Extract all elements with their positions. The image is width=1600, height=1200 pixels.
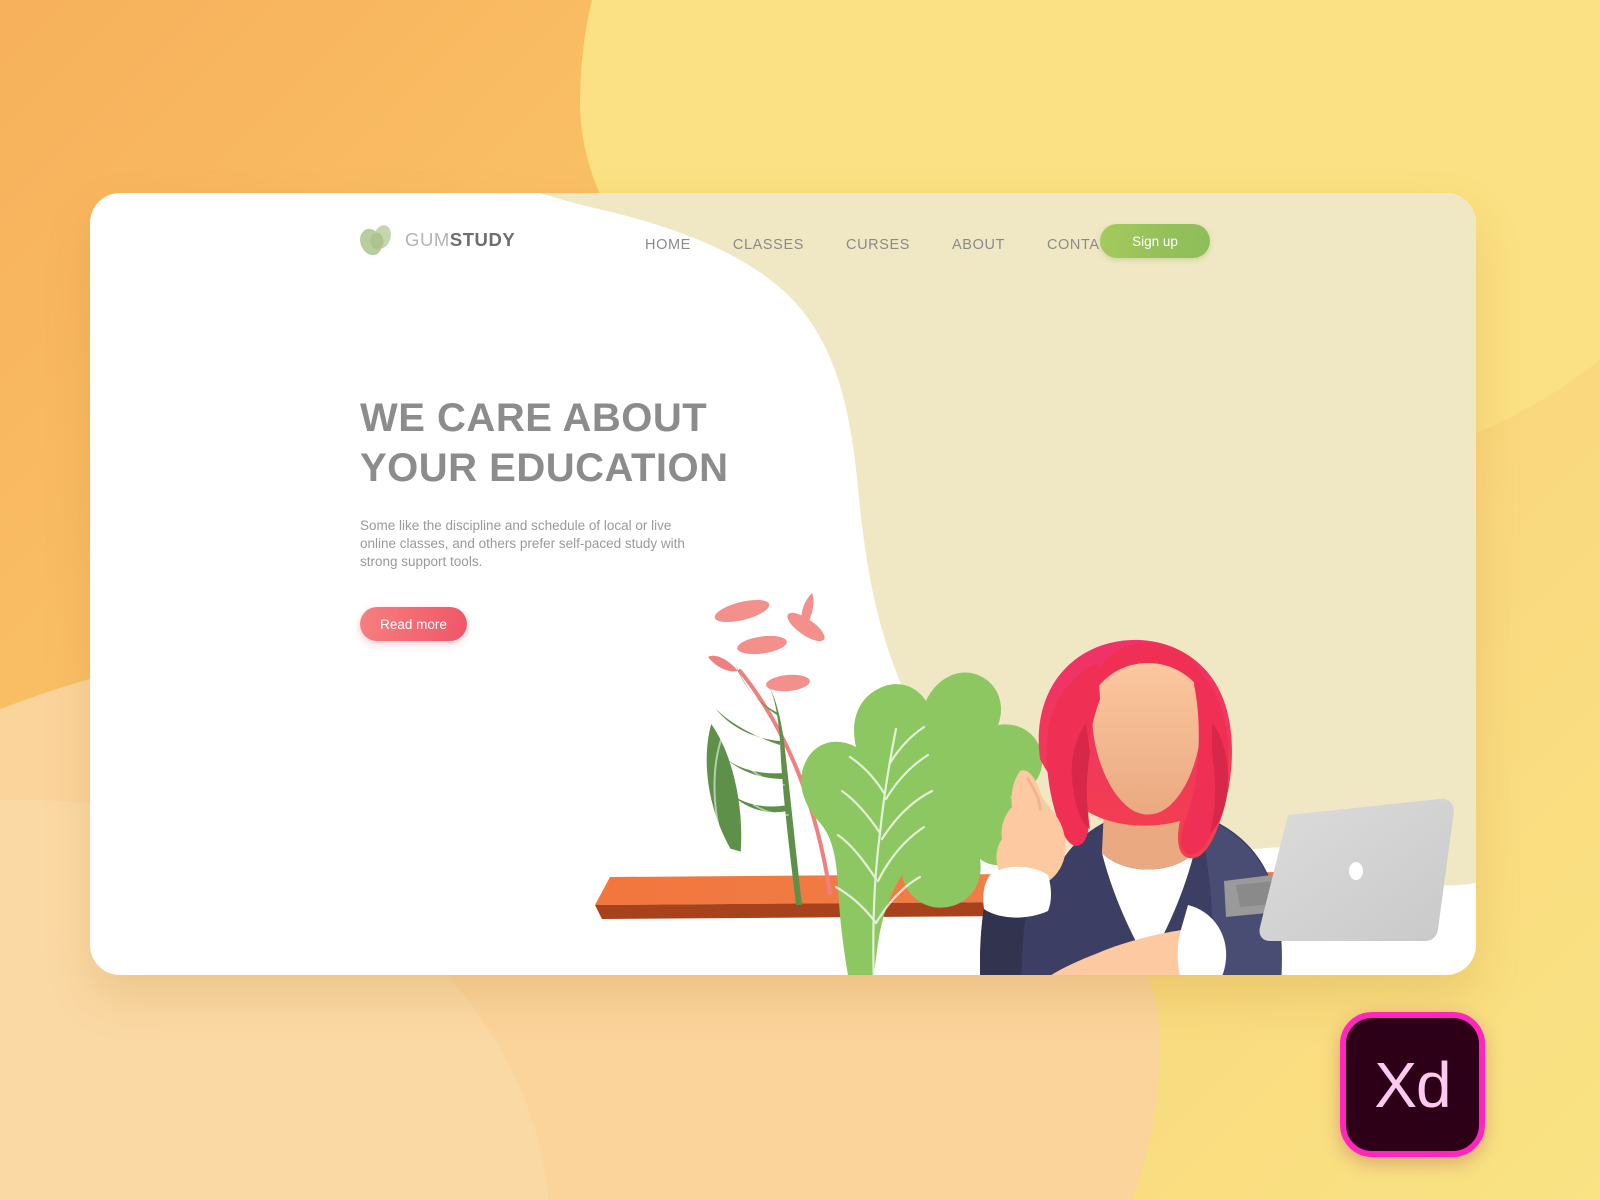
hero-title-line-1: WE CARE ABOUT xyxy=(360,396,708,440)
adobe-xd-badge: Xd xyxy=(1340,1012,1485,1157)
sign-up-button[interactable]: Sign up xyxy=(1100,224,1210,258)
read-more-button[interactable]: Read more xyxy=(360,607,467,642)
page-canvas: GUMSTUDY HOME CLASSES CURSES ABOUT CONTA… xyxy=(0,0,1600,1200)
hero-title-line-2: YOUR EDUCATION xyxy=(360,446,729,491)
leaf-petals-icon xyxy=(360,225,391,256)
main-navigation: HOME CLASSES CURSES ABOUT CONTACT xyxy=(645,231,1120,259)
brand-name: GUMSTUDY xyxy=(405,229,515,251)
hero-description: Some like the discipline and schedule of… xyxy=(360,517,685,570)
adobe-xd-label: Xd xyxy=(1374,1048,1451,1121)
site-header: GUMSTUDY HOME CLASSES CURSES ABOUT CONTA… xyxy=(90,193,1476,288)
brand-logo[interactable]: GUMSTUDY xyxy=(358,223,515,257)
cream-decorative-blob xyxy=(90,193,1476,975)
landing-page-card: GUMSTUDY HOME CLASSES CURSES ABOUT CONTA… xyxy=(90,193,1476,975)
nav-item-about[interactable]: ABOUT xyxy=(952,231,1005,259)
brand-name-light: GUM xyxy=(405,229,450,250)
nav-item-home[interactable]: HOME xyxy=(645,231,691,259)
nav-item-curses[interactable]: CURSES xyxy=(846,231,910,259)
hero-section: WE CARE ABOUT YOUR EDUCATION Some like t… xyxy=(360,393,780,642)
page-title: WE CARE ABOUT YOUR EDUCATION xyxy=(360,393,780,494)
nav-item-classes[interactable]: CLASSES xyxy=(733,231,804,259)
brand-name-bold: STUDY xyxy=(449,229,516,250)
